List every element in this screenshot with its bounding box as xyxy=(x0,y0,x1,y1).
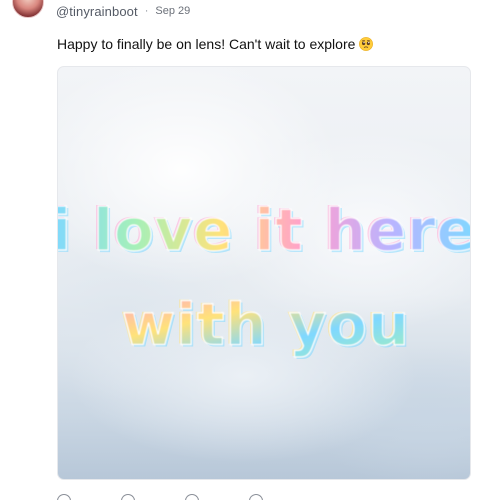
post-image[interactable]: i love it here i love it here i love it … xyxy=(57,66,471,480)
post-card: @tinyrainboot · Sep 29 Happy to finally … xyxy=(0,0,500,500)
meta-separator: · xyxy=(144,5,149,17)
post-caption: Happy to finally be on lens! Can't wait … xyxy=(57,36,374,52)
holographic-text-graphic: i love it here i love it here i love it … xyxy=(58,195,470,361)
collect-icon[interactable] xyxy=(185,494,199,500)
post-actions xyxy=(57,494,263,500)
pleading-face-icon xyxy=(359,37,374,51)
avatar[interactable] xyxy=(12,0,44,18)
like-icon[interactable] xyxy=(249,494,263,500)
mirror-icon[interactable] xyxy=(121,494,135,500)
overlay-line-2: with you xyxy=(122,291,410,359)
post-date[interactable]: Sep 29 xyxy=(155,5,190,17)
comment-icon[interactable] xyxy=(57,494,71,500)
author-handle[interactable]: @tinyrainboot xyxy=(56,4,138,19)
caption-text: Happy to finally be on lens! Can't wait … xyxy=(57,36,356,52)
post-meta: @tinyrainboot · Sep 29 xyxy=(56,3,190,19)
overlay-line-1: i love it here xyxy=(58,196,470,264)
